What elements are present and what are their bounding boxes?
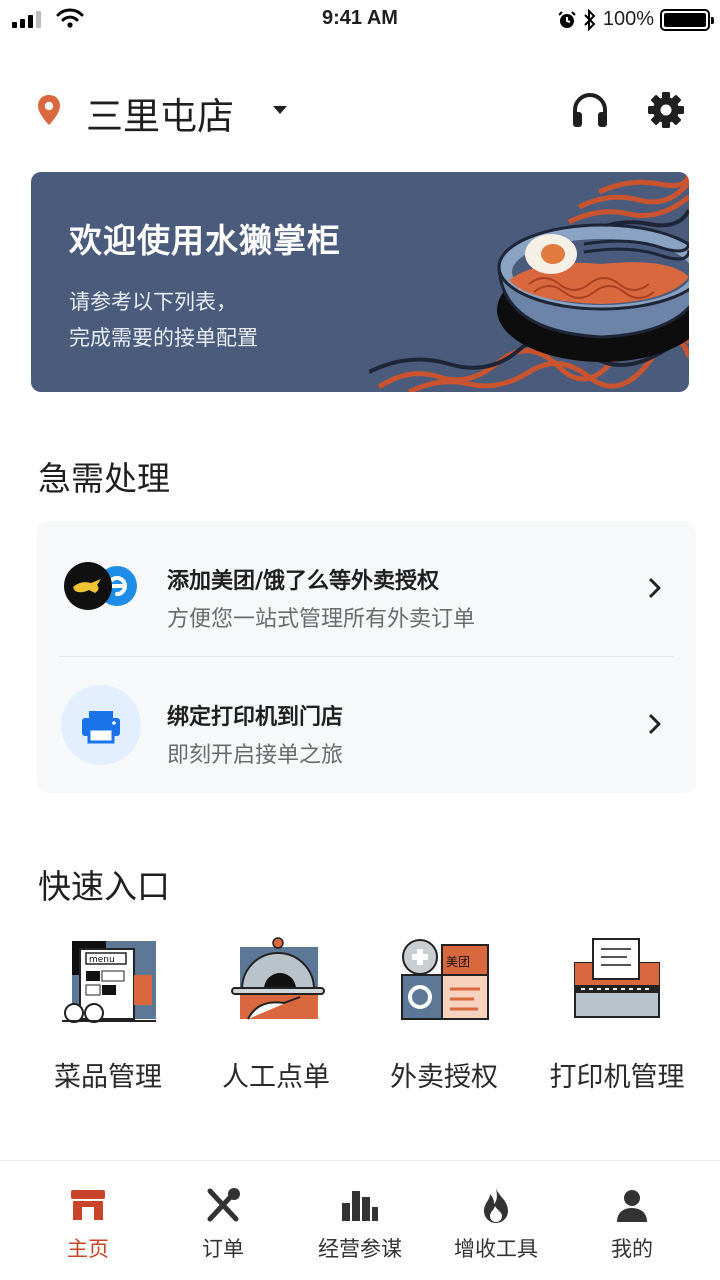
headset-icon xyxy=(573,93,607,127)
printer-manage-icon xyxy=(574,938,660,1018)
tab-label: 主页 xyxy=(67,1237,109,1261)
banner-subtitle: 请参考以下列表， 完成需要的接单配置 xyxy=(69,284,258,356)
status-bar: 9:41 AM 100% xyxy=(0,0,720,40)
todo-bind-printer[interactable]: 绑定打印机到门店 即刻开启接单之旅 xyxy=(37,657,696,793)
todo-title: 添加美团/饿了么等外卖授权 xyxy=(167,569,440,594)
bluetooth-icon xyxy=(584,8,596,31)
quick-printer-management[interactable]: 打印机管理 xyxy=(532,935,702,1095)
printer-icon xyxy=(61,685,141,765)
person-icon xyxy=(612,1187,652,1223)
tab-label: 增收工具 xyxy=(454,1237,538,1261)
chevron-right-icon xyxy=(649,714,661,734)
quick-label: 人工点单 xyxy=(222,1062,330,1093)
caret-down-icon[interactable] xyxy=(273,106,287,114)
todo-title: 绑定打印机到门店 xyxy=(167,705,344,730)
store-icon xyxy=(68,1187,108,1223)
battery-percent: 100% xyxy=(602,8,654,30)
quick-delivery-auth[interactable]: 美团 外卖授权 xyxy=(359,935,529,1095)
store-header: 三里屯店 xyxy=(0,80,720,140)
bottom-tab-bar: 主页 订单 经营参谋 增收工具 我的 xyxy=(0,1160,720,1280)
urgent-section-title: 急需处理 xyxy=(38,459,170,498)
todo-desc: 方便您一站式管理所有外卖订单 xyxy=(167,607,476,632)
quick-section-title: 快速入口 xyxy=(38,867,170,906)
tab-label: 经营参谋 xyxy=(318,1237,402,1261)
tab-revenue-tools[interactable]: 增收工具 xyxy=(424,1161,568,1280)
welcome-banner[interactable]: 欢迎使用水獭掌柜 请参考以下列表， 完成需要的接单配置 xyxy=(31,172,689,392)
banner-subtitle-line2: 完成需要的接单配置 xyxy=(69,326,258,350)
alarm-icon xyxy=(558,10,576,28)
quick-label: 外卖授权 xyxy=(390,1062,498,1093)
cloche-icon xyxy=(231,937,325,1020)
tab-label: 我的 xyxy=(611,1237,653,1261)
tab-home[interactable]: 主页 xyxy=(16,1161,160,1280)
banner-subtitle-line1: 请参考以下列表， xyxy=(69,290,237,314)
todo-delivery-auth[interactable]: 添加美团/饿了么等外卖授权 方便您一站式管理所有外卖订单 xyxy=(37,521,696,657)
flame-icon xyxy=(476,1187,516,1223)
svg-text:menu: menu xyxy=(89,955,115,965)
quick-manual-order[interactable]: 人工点单 xyxy=(191,935,361,1095)
noodle-bowl-illustration xyxy=(369,172,689,392)
delivery-platforms-icon xyxy=(64,562,137,610)
quick-dish-management[interactable]: menu 菜品管理 xyxy=(23,935,193,1095)
battery-icon xyxy=(660,8,714,31)
tab-orders[interactable]: 订单 xyxy=(151,1161,295,1280)
settings-button[interactable] xyxy=(644,88,688,132)
todo-desc: 即刻开启接单之旅 xyxy=(167,743,344,768)
quick-label: 打印机管理 xyxy=(549,1062,685,1093)
gear-icon xyxy=(648,92,684,128)
store-selector[interactable]: 三里屯店 xyxy=(86,86,234,140)
banner-title: 欢迎使用水獭掌柜 xyxy=(69,221,341,260)
delivery-auth-icon: 美团 xyxy=(401,939,489,1020)
tab-business-advisor[interactable]: 经营参谋 xyxy=(288,1161,432,1280)
tab-profile[interactable]: 我的 xyxy=(560,1161,704,1280)
location-pin-icon xyxy=(38,95,60,125)
quick-label: 菜品管理 xyxy=(54,1062,162,1093)
status-right: 100% xyxy=(557,8,714,31)
customer-service-button[interactable] xyxy=(568,88,612,132)
chevron-right-icon xyxy=(649,578,661,598)
tab-label: 订单 xyxy=(202,1237,244,1261)
menu-icon: menu xyxy=(62,941,156,1023)
svg-text:美团: 美团 xyxy=(446,955,470,969)
utensils-icon xyxy=(203,1187,243,1223)
urgent-card: 添加美团/饿了么等外卖授权 方便您一站式管理所有外卖订单 绑定打印机到门店 即刻… xyxy=(37,521,696,793)
bar-chart-icon xyxy=(340,1187,380,1223)
